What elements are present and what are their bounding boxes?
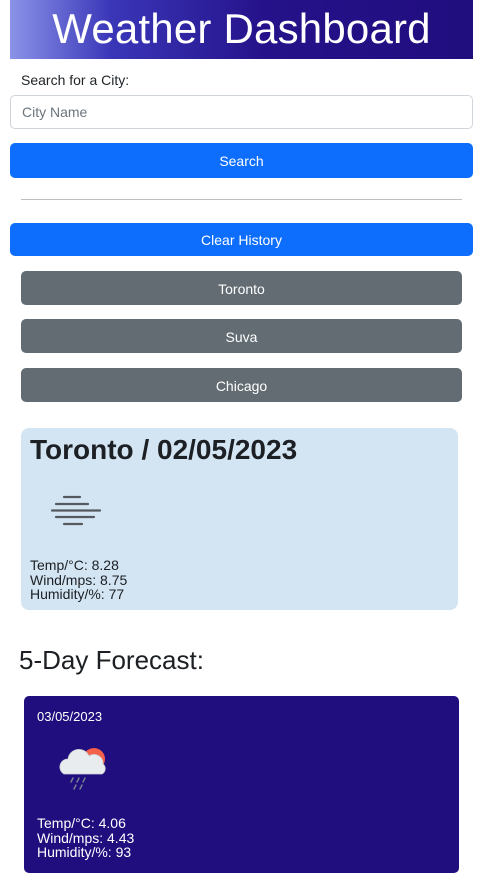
- page-header: Weather Dashboard: [10, 0, 473, 59]
- current-weather-title: Toronto / 02/05/2023: [30, 434, 298, 465]
- forecast-humidity: Humidity/%: 93: [37, 844, 132, 860]
- fog-icon: [50, 495, 102, 526]
- forecast-wind: Wind/mps: 4.43: [37, 829, 135, 846]
- forecast-heading: 5-Day Forecast:: [19, 645, 204, 675]
- current-weather-stats: Temp/°C: 8.28 Wind/mps: 8.75 Humidity/%:…: [30, 558, 127, 602]
- divider: [21, 199, 462, 200]
- page-title: Weather Dashboard: [52, 5, 431, 52]
- current-wind: Wind/mps: 8.75: [30, 571, 128, 588]
- search-button[interactable]: Search: [10, 143, 473, 178]
- current-weather-card: Toronto / 02/05/2023 Temp/°C: 8.28 Wind/…: [21, 428, 458, 610]
- clear-history-button[interactable]: Clear History: [10, 223, 473, 256]
- forecast-day-stats: Temp/°C: 4.06 Wind/mps: 4.43 Humidity/%:…: [37, 816, 134, 860]
- forecast-day-card: 03/05/2023 Temp/°C: 4.06 Wind/mps: 4.43 …: [24, 696, 459, 873]
- rain-cloud-sun-icon: [59, 748, 106, 790]
- search-label: Search for a City:: [21, 72, 130, 88]
- city-search-input[interactable]: [10, 95, 473, 129]
- current-humidity: Humidity/%: 77: [30, 586, 125, 602]
- forecast-temp: Temp/°C: 4.06: [37, 815, 126, 831]
- current-temp: Temp/°C: 8.28: [30, 557, 119, 573]
- history-city-button[interactable]: Toronto: [21, 271, 462, 305]
- forecast-date: 03/05/2023: [37, 709, 103, 724]
- history-city-button[interactable]: Chicago: [21, 368, 462, 402]
- history-city-button[interactable]: Suva: [21, 319, 462, 353]
